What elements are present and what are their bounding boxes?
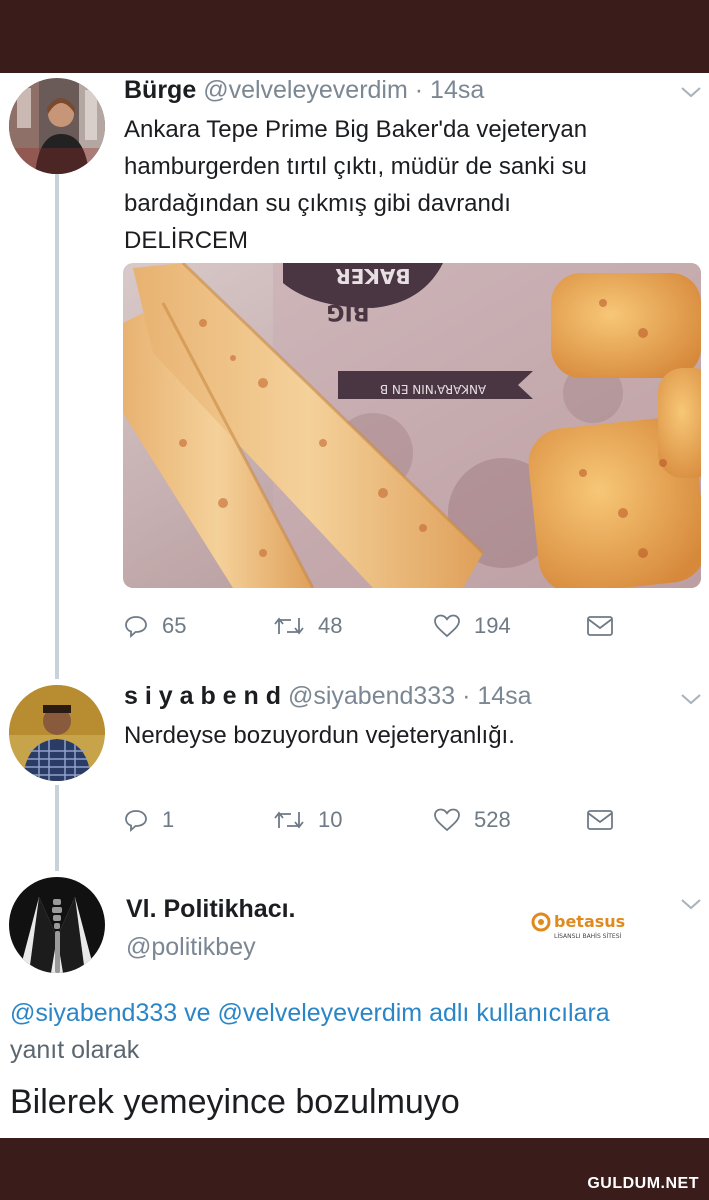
tweet1-header: Bürge @velveleyeverdim · 14sa	[124, 76, 484, 105]
tweet2-author-name[interactable]: s i y a b e n d	[124, 682, 281, 710]
avatar-politikbey[interactable]	[9, 877, 105, 973]
tweet1-photo[interactable]: BAKER BIG ANKARA'NIN EN B	[123, 263, 701, 588]
reply-icon	[125, 616, 147, 638]
tweet2-text: Nerdeyse bozuyordun vejeteryanlığı.	[124, 717, 515, 754]
site-logo: GULDUM.NET	[587, 1175, 699, 1192]
tweet1-actions: 65 48 194	[124, 610, 624, 642]
tweet2-author-handle[interactable]: @siyabend333	[288, 682, 455, 710]
retweet-count: 48	[318, 613, 343, 638]
separator-dot: ·	[462, 682, 471, 710]
watermark-tagline: LİSANSLI BAHİS SİTESİ	[554, 933, 622, 940]
tweet1-author-handle[interactable]: @velveleyeverdim	[203, 76, 408, 104]
chevron-down-icon[interactable]	[680, 85, 702, 99]
tweet1-text-line: Ankara Tepe Prime Big Baker'da vejeterya…	[124, 116, 588, 143]
chevron-down-icon[interactable]	[680, 692, 702, 706]
reply-count: 1	[162, 807, 175, 832]
replying-to-conjunction: ve	[184, 999, 211, 1027]
tweet1-timestamp[interactable]: 14sa	[430, 76, 484, 104]
heart-icon	[434, 808, 460, 832]
tweet2-timestamp[interactable]: 14sa	[477, 682, 531, 710]
envelope-icon	[587, 616, 613, 636]
reply-button[interactable]: 65	[124, 610, 186, 642]
tweet2-header: s i y a b e n d @siyabend333 · 14sa	[124, 682, 532, 711]
tweet-thread-card: Bürge @velveleyeverdim · 14sa Ankara Tep…	[0, 73, 709, 1138]
tweet1-text-line: bardağından su çıkmış gibi davrandı	[124, 190, 511, 217]
photo-wrapper-text: ANKARA'NIN EN B	[380, 382, 486, 396]
retweet-button[interactable]: 48	[274, 610, 342, 642]
reply-icon	[125, 810, 147, 832]
tweet1-text-line: DELİRCEM	[124, 227, 249, 254]
chevron-down-icon[interactable]	[680, 897, 702, 911]
replying-to-line-2: yanıt olarak	[10, 1036, 140, 1064]
replying-to: @siyabend333 ve @velveleyeverdim adlı ku…	[10, 995, 610, 1069]
envelope-icon	[587, 810, 613, 830]
tweet1-author-name[interactable]: Bürge	[124, 76, 196, 104]
top-frame-bar	[0, 0, 709, 73]
like-count: 528	[474, 807, 511, 832]
retweet-count: 10	[318, 807, 343, 832]
like-button[interactable]: 528	[434, 804, 511, 836]
photo-wrapper-text: BIG	[326, 299, 369, 324]
mention-link[interactable]: @siyabend333	[10, 999, 177, 1027]
tweet3-author-handle[interactable]: @politikbey	[126, 933, 256, 962]
tweet1-text: Ankara Tepe Prime Big Baker'da vejeterya…	[124, 111, 587, 259]
heart-icon	[434, 614, 460, 638]
watermark-brand: betasus	[554, 912, 625, 931]
like-count: 194	[474, 613, 511, 638]
message-button[interactable]	[586, 610, 628, 642]
message-button[interactable]	[586, 804, 628, 836]
mention-link[interactable]: @velveleyeverdim	[217, 999, 422, 1027]
reply-button[interactable]: 1	[124, 804, 174, 836]
tweet2-actions: 1 10 528	[124, 804, 624, 836]
retweet-icon	[274, 617, 304, 635]
replying-to-suffix: adlı kullanıcılara	[429, 999, 610, 1027]
tweet2-text-line: Nerdeyse bozuyordun vejeteryanlığı.	[124, 722, 515, 749]
separator-dot: ·	[414, 76, 424, 104]
retweet-button[interactable]: 10	[274, 804, 342, 836]
avatar-burge[interactable]	[9, 78, 105, 174]
thread-connector-line	[55, 785, 59, 871]
betasus-watermark: betasus LİSANSLI BAHİS SİTESİ	[531, 912, 625, 940]
reply-count: 65	[162, 613, 187, 638]
retweet-icon	[274, 811, 304, 829]
thread-connector-line	[55, 173, 59, 679]
tweet3-text: Bilerek yemeyince bozulmuyo	[10, 1083, 460, 1121]
tweet1-text-line: hamburgerden tırtıl çıktı, müdür de sank…	[124, 153, 587, 180]
replying-to-line-1: @siyabend333 ve @velveleyeverdim adlı ku…	[10, 995, 610, 1032]
like-button[interactable]: 194	[434, 610, 511, 642]
avatar-siyabend[interactable]	[9, 685, 105, 781]
photo-wrapper-text: BAKER	[335, 264, 410, 288]
tweet3-author-name[interactable]: Vl. Politikhacı.	[126, 895, 296, 924]
